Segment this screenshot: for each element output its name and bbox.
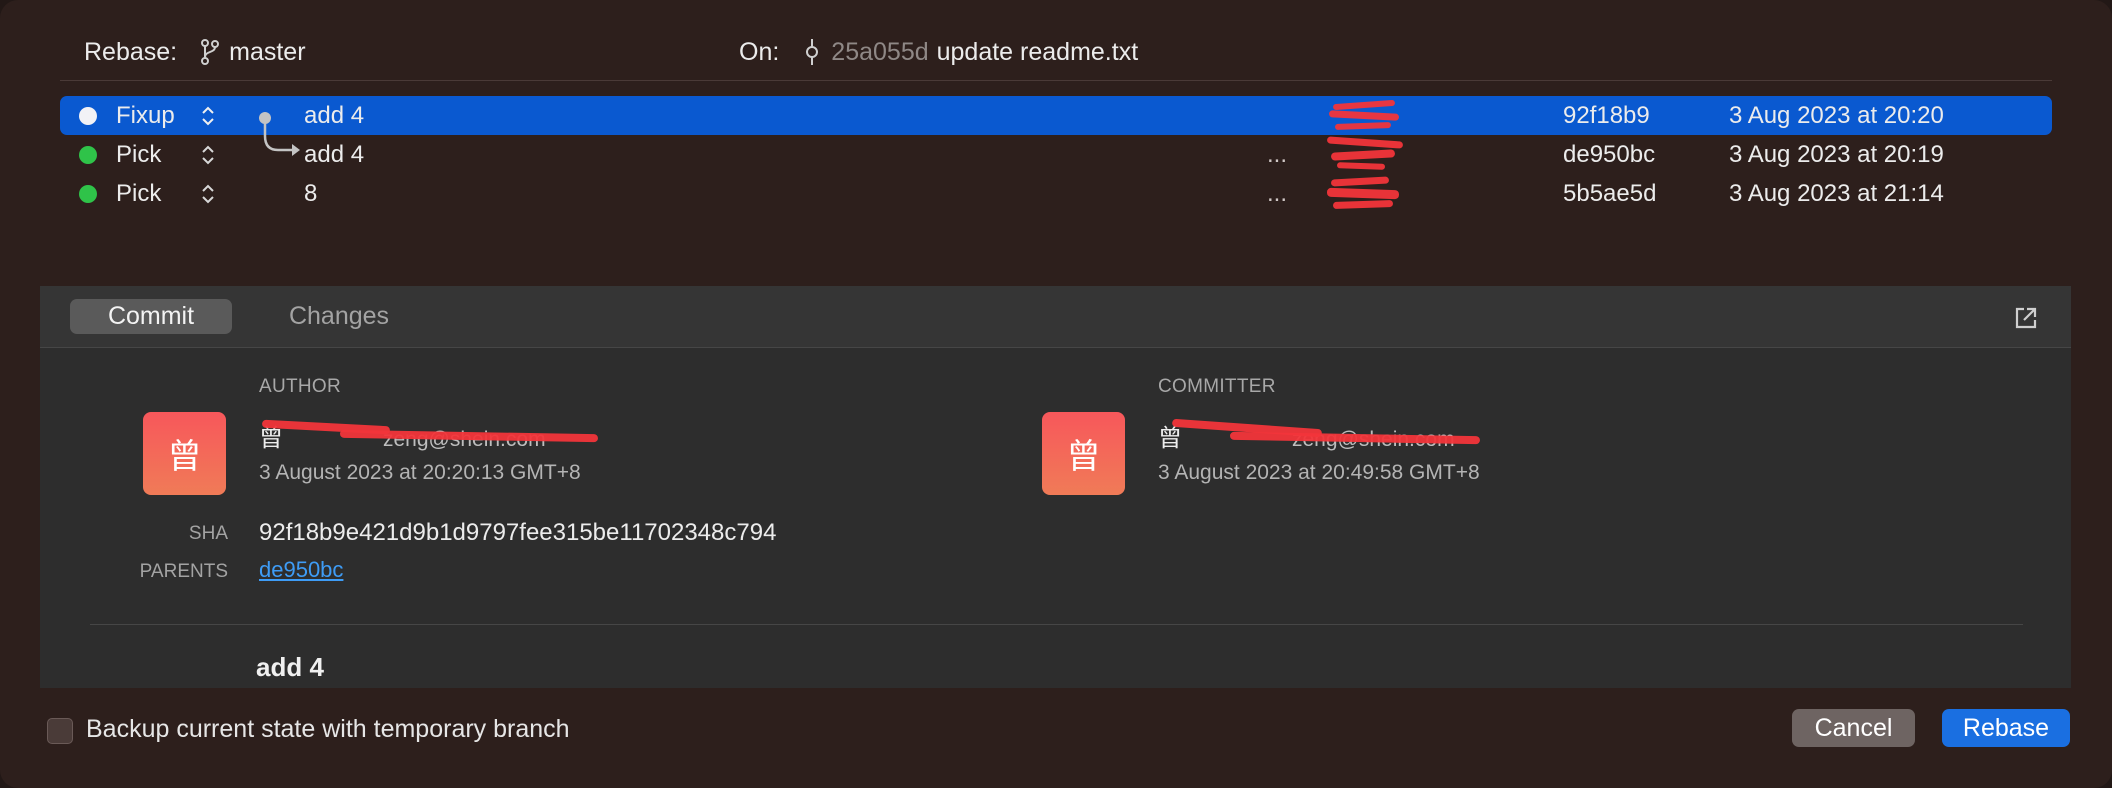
onto-sha: 25a055d: [831, 37, 929, 66]
commit-details-panel: Commit Changes AUTHOR 曾 曾zeng@shein.com …: [40, 286, 2071, 688]
author-avatar: 曾: [143, 412, 226, 495]
commit-row[interactable]: Pick add 4 ... de950bc 3 Aug 2023 at 20:…: [60, 135, 2052, 174]
commit-sha: 92f18b9: [1563, 101, 1650, 129]
commit-author: [1325, 135, 1435, 174]
commit-date: 3 Aug 2023 at 21:14: [1729, 179, 1944, 207]
committer-date: 3 August 2023 at 20:49:58 GMT+8: [1158, 461, 1480, 484]
on-label: On:: [739, 37, 780, 66]
action-stepper-icon[interactable]: [199, 174, 217, 213]
branch-name: master: [229, 37, 306, 66]
commit-sha: 5b5ae5d: [1563, 179, 1657, 207]
commit-author: [1325, 96, 1435, 135]
parents-label: PARENTS: [139, 561, 228, 582]
action-stepper-icon[interactable]: [199, 96, 217, 135]
rebase-onto-header: On: 25a055d update readme.txt: [739, 34, 1138, 70]
commit-date: 3 Aug 2023 at 20:19: [1729, 140, 1944, 168]
sha-value: 92f18b9e421d9b1d9797fee315be11702348c794: [259, 519, 777, 546]
action-stepper-icon[interactable]: [199, 135, 217, 174]
committer-avatar: 曾: [1042, 412, 1125, 495]
backup-checkbox[interactable]: [47, 718, 73, 744]
parent-link[interactable]: de950bc: [259, 557, 343, 583]
committer-label: COMMITTER: [1158, 376, 1276, 397]
cancel-button[interactable]: Cancel: [1792, 709, 1915, 747]
details-tab-bar: Commit Changes: [40, 286, 2071, 348]
sha-label: SHA: [188, 523, 228, 544]
commit-row[interactable]: Fixup add 4 92f18b9 3 Aug 2023 at 20:20: [60, 96, 2052, 156]
commit-date: 3 Aug 2023 at 20:20: [1729, 101, 1944, 129]
commit-message: 8: [304, 179, 318, 207]
branch-icon: [199, 37, 221, 67]
header-divider: [60, 80, 2052, 81]
rebase-button[interactable]: Rebase: [1942, 709, 2070, 747]
rebase-label: Rebase:: [84, 37, 178, 66]
action-label: Fixup: [116, 101, 175, 129]
commit-sha: de950bc: [1563, 140, 1656, 168]
rebase-branch-header: Rebase: master: [84, 34, 306, 70]
rebase-dialog: Rebase: master On: 25a055d update readme…: [0, 0, 2112, 788]
action-label: Pick: [116, 140, 162, 168]
action-label: Pick: [116, 179, 162, 207]
commit-message: add 4: [304, 140, 365, 168]
author-label: AUTHOR: [259, 376, 342, 397]
status-dot-icon: [79, 185, 97, 203]
committer-name: 曾: [1158, 425, 1182, 452]
more-ellipsis: ...: [1267, 140, 1288, 168]
details-divider: [90, 624, 2023, 625]
onto-message: update readme.txt: [936, 37, 1139, 66]
author-name: 曾: [259, 425, 283, 452]
more-ellipsis: ...: [1267, 179, 1288, 207]
commit-icon: [801, 37, 823, 67]
open-external-icon[interactable]: [2012, 304, 2040, 332]
tab-changes[interactable]: Changes: [266, 299, 412, 334]
commit-subject: add 4: [256, 652, 324, 682]
commit-row[interactable]: Pick 8 ... 5b5ae5d 3 Aug 2023 at 21:14: [60, 174, 2052, 213]
commit-message: add 4: [304, 101, 365, 129]
author-date: 3 August 2023 at 20:20:13 GMT+8: [259, 461, 581, 484]
backup-label[interactable]: Backup current state with temporary bran…: [86, 715, 570, 744]
status-dot-icon: [79, 107, 97, 125]
commit-author: [1325, 174, 1435, 213]
status-dot-icon: [79, 146, 97, 164]
tab-commit[interactable]: Commit: [70, 299, 232, 334]
